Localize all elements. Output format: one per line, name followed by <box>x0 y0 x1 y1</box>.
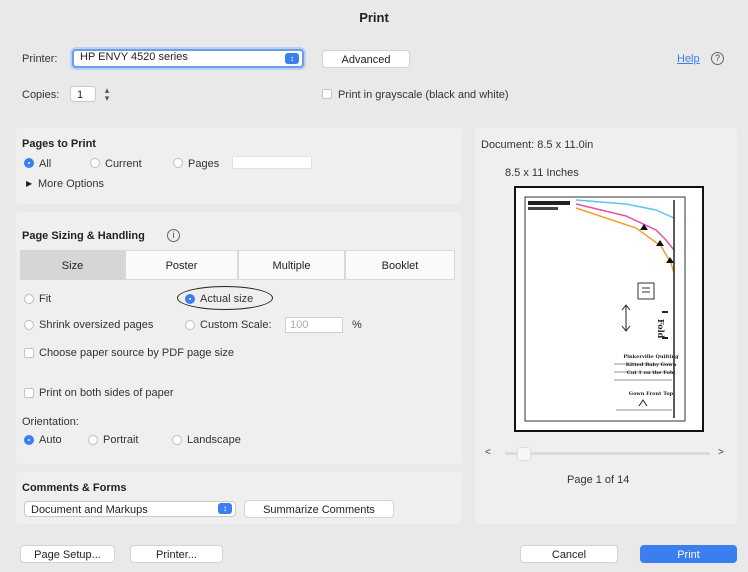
radio-actual-size[interactable] <box>185 294 195 304</box>
radio-auto-label: Auto <box>39 434 62 446</box>
print-button[interactable]: Print <box>640 545 737 563</box>
page-sizing-heading: Page Sizing & Handling <box>22 230 145 242</box>
page-status-label: Page 1 of 14 <box>567 474 630 486</box>
choose-paper-checkbox[interactable] <box>24 348 34 358</box>
radio-custom-scale-label: Custom Scale: <box>200 319 272 331</box>
pages-to-print-heading: Pages to Print <box>22 138 96 150</box>
radio-portrait[interactable] <box>88 435 98 445</box>
chevron-updown-icon: ↕ <box>285 53 299 64</box>
radio-landscape-label: Landscape <box>187 434 241 446</box>
radio-pages-label: Pages <box>188 158 220 170</box>
radio-all[interactable] <box>24 158 34 168</box>
artwork-line3: Cut 1 on the Fold <box>626 370 676 376</box>
info-icon[interactable]: i <box>167 229 180 242</box>
dialog-title: Print <box>359 10 389 25</box>
radio-fit[interactable] <box>24 294 34 304</box>
grayscale-checkbox[interactable] <box>322 89 332 99</box>
help-link[interactable]: Help <box>677 53 700 65</box>
grayscale-label: Print in grayscale (black and white) <box>338 89 509 101</box>
summarize-comments-button[interactable]: Summarize Comments <box>244 500 394 518</box>
choose-paper-label: Choose paper source by PDF page size <box>39 347 235 359</box>
advanced-button[interactable]: Advanced <box>322 50 410 68</box>
custom-scale-input[interactable]: 100 <box>285 317 343 333</box>
copies-stepper[interactable]: ▴ ▾ <box>101 86 113 103</box>
printer-label: Printer: <box>22 53 58 65</box>
both-sides-checkbox[interactable] <box>24 388 34 398</box>
tab-size[interactable]: Size <box>20 250 125 280</box>
more-options-label[interactable]: More Options <box>38 178 104 190</box>
orientation-label: Orientation: <box>22 416 79 428</box>
page-preview: Pinkerville Quilting Kitted Baby Gown Cu… <box>514 186 704 432</box>
artwork-line2: Kitted Baby Gown <box>625 362 677 368</box>
page-slider-thumb[interactable] <box>517 447 531 461</box>
help-icon[interactable]: ? <box>711 52 724 65</box>
tab-booklet[interactable]: Booklet <box>345 250 455 280</box>
radio-current-label: Current <box>105 158 142 170</box>
cancel-button[interactable]: Cancel <box>520 545 618 563</box>
chevron-updown-icon: ↕ <box>218 503 232 514</box>
radio-fit-label: Fit <box>39 293 52 305</box>
comments-heading: Comments & Forms <box>22 482 127 494</box>
paper-size-label: 8.5 x 11 Inches <box>505 167 579 179</box>
artwork-line1: Pinkerville Quilting <box>623 354 679 360</box>
comments-select-value: Document and Markups <box>31 504 148 516</box>
radio-auto[interactable] <box>24 435 34 445</box>
radio-shrink-label: Shrink oversized pages <box>39 319 154 331</box>
page-setup-button[interactable]: Page Setup... <box>20 545 115 563</box>
copies-field[interactable]: 1 <box>70 86 96 102</box>
disclosure-triangle-icon[interactable]: ▶ <box>26 179 32 188</box>
radio-all-label: All <box>39 158 52 170</box>
tab-poster[interactable]: Poster <box>125 250 238 280</box>
both-sides-label: Print on both sides of paper <box>39 387 174 399</box>
next-page-icon[interactable]: > <box>718 447 724 458</box>
printer-select[interactable]: HP ENVY 4520 series ↕ <box>72 49 304 68</box>
page-slider-track[interactable] <box>505 452 710 455</box>
copies-label: Copies: <box>22 89 60 101</box>
radio-actual-size-label: Actual size <box>200 293 254 305</box>
previous-page-icon[interactable]: < <box>485 447 491 458</box>
printer-button[interactable]: Printer... <box>130 545 223 563</box>
radio-custom-scale[interactable] <box>185 320 195 330</box>
radio-shrink[interactable] <box>24 320 34 330</box>
printer-select-value: HP ENVY 4520 series <box>80 51 188 63</box>
radio-pages[interactable] <box>173 158 183 168</box>
tab-multiple[interactable]: Multiple <box>238 250 345 280</box>
pages-range-input[interactable] <box>232 156 312 169</box>
artwork-line4: Gown Front Top <box>628 391 674 397</box>
radio-portrait-label: Portrait <box>103 434 139 446</box>
radio-landscape[interactable] <box>172 435 182 445</box>
radio-current[interactable] <box>90 158 100 168</box>
comments-select[interactable]: Document and Markups ↕ <box>24 501 236 517</box>
percent-label: % <box>352 319 362 331</box>
artwork-fold: Fold <box>656 319 666 339</box>
document-size-label: Document: 8.5 x 11.0in <box>481 139 594 151</box>
